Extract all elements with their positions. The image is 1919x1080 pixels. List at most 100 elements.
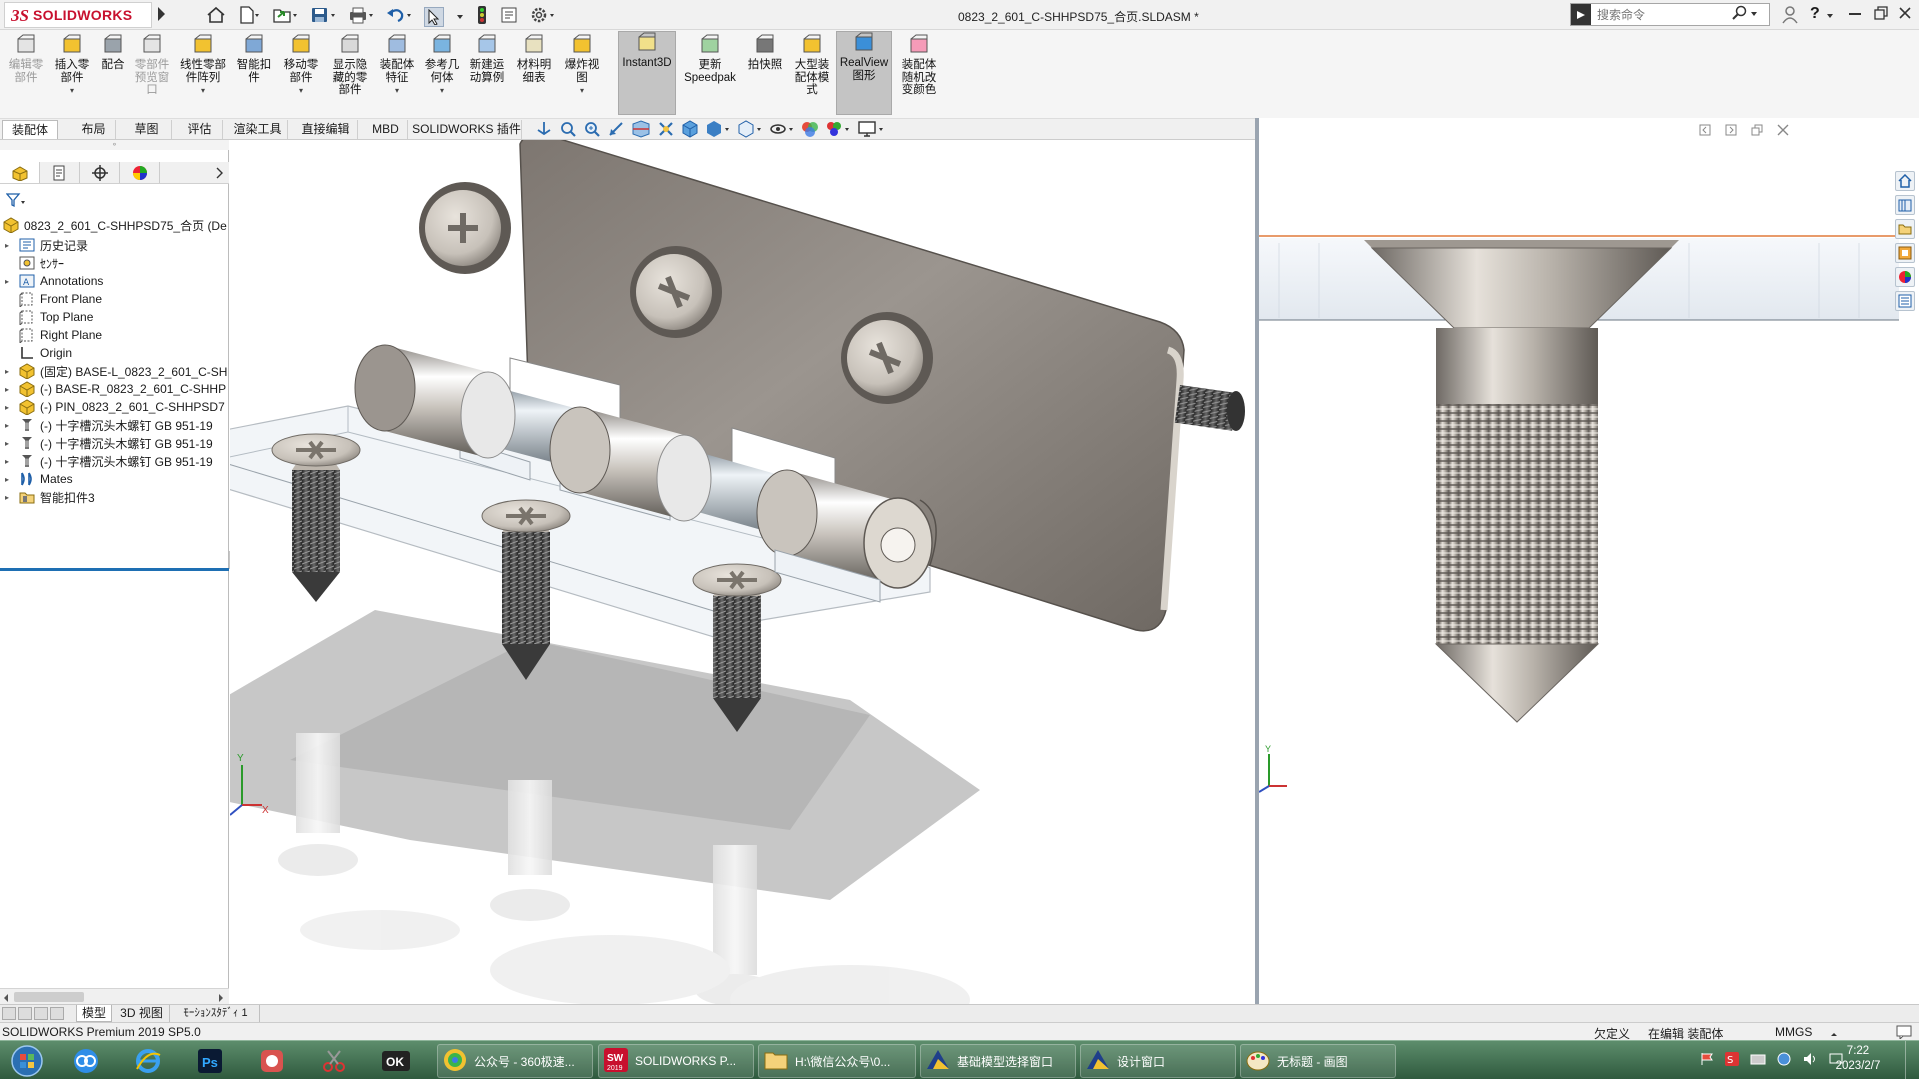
ribbon-button-reference-geometry[interactable]: 参考几 何体 ▾ <box>420 34 464 114</box>
ie-browser-icon[interactable] <box>124 1044 172 1078</box>
display-style-icon[interactable] <box>705 120 731 141</box>
tree-item[interactable]: ▸ (-) 十字槽沉头木螺钉 GB 951-19 <box>0 415 229 435</box>
ribbon-button-show-hidden[interactable]: 显示隐 藏的零 部件 <box>327 34 373 114</box>
close-window-icon[interactable] <box>1898 6 1912 23</box>
property-manager-tab[interactable] <box>40 162 80 183</box>
tree-item[interactable]: ▸ (固定) BASE-L_0823_2_601_C-SH <box>0 361 229 381</box>
taskbar-task[interactable]: 设计窗口 <box>1080 1044 1236 1078</box>
tray-keyboard-icon[interactable] <box>1750 1051 1766 1070</box>
ribbon-button-move-component[interactable]: 移动零 部件 ▾ <box>278 34 324 114</box>
file-explorer-icon[interactable] <box>1895 219 1915 239</box>
ribbon-button-bom[interactable]: 材料明 细表 <box>512 34 556 114</box>
ribbon-dropdown-icon[interactable]: ▾ <box>70 85 74 98</box>
ribbon-button-assembly-feature[interactable]: 装配体 特征 ▾ <box>375 34 419 114</box>
tree-item[interactable]: ▸ (-) 十字槽沉头木螺钉 GB 951-19 <box>0 451 229 471</box>
tree-item[interactable]: ｾﾝｻｰ <box>0 253 229 273</box>
view-palette-icon[interactable] <box>1895 243 1915 263</box>
ribbon-button-smart-fastener[interactable]: 智能扣 件 <box>232 34 276 114</box>
tree-expand-icon[interactable]: ▸ <box>0 241 14 250</box>
tab-direct-editing[interactable]: 直接编辑 <box>294 120 358 139</box>
panel-collapse-handle[interactable]: ⚬ <box>0 140 229 150</box>
ribbon-button-snapshot[interactable]: 拍快照 <box>744 34 786 114</box>
dynamic-annotation-icon[interactable] <box>657 120 675 141</box>
media-player-icon[interactable] <box>248 1044 296 1078</box>
tab-assembly[interactable]: 装配体 <box>2 120 58 139</box>
tree-expand-icon[interactable]: ▸ <box>0 457 14 466</box>
tree-expand-icon[interactable]: ▸ <box>0 475 14 484</box>
graphics-area-main[interactable]: Y X Z <box>230 140 1255 1004</box>
display-manager-tab[interactable] <box>120 162 160 183</box>
tray-flag-icon[interactable] <box>1700 1052 1714 1069</box>
view-orientation-cube-icon[interactable] <box>681 119 699 141</box>
tab-3d-views[interactable]: 3D 视图 <box>114 1005 170 1022</box>
tab-evaluate[interactable]: 评估 <box>177 120 223 139</box>
filter-icon[interactable] <box>5 192 28 211</box>
tree-expand-icon[interactable]: ▸ <box>0 277 14 286</box>
tree-item[interactable]: Right Plane <box>0 325 229 345</box>
tree-item[interactable]: ▸ A Annotations <box>0 271 229 291</box>
snipping-tool-icon[interactable] <box>310 1044 358 1078</box>
zoom-to-area-icon[interactable] <box>583 120 601 141</box>
search-icon[interactable] <box>1731 5 1749 24</box>
custom-properties-icon[interactable] <box>1895 291 1915 311</box>
search-mode-icon[interactable] <box>1571 4 1591 25</box>
design-library-icon[interactable] <box>1895 195 1915 215</box>
tree-expand-icon[interactable]: ▸ <box>0 493 14 502</box>
task-pane-home-icon[interactable] <box>1895 171 1915 191</box>
tree-expand-icon[interactable]: ▸ <box>0 385 14 394</box>
baidu-netdisk-icon[interactable] <box>62 1044 110 1078</box>
tab-next-icon[interactable] <box>34 1007 48 1020</box>
tree-item[interactable]: ▸ 智能扣件3 <box>0 487 229 507</box>
taskbar-task[interactable]: H:\微信公众号\0... <box>758 1044 916 1078</box>
save-icon[interactable] <box>310 6 336 27</box>
minimize-window-icon[interactable] <box>1849 13 1861 15</box>
appearances-icon[interactable] <box>1895 267 1915 287</box>
tree-horizontal-scrollbar[interactable] <box>0 988 229 1004</box>
new-document-icon[interactable] <box>238 6 260 27</box>
ribbon-button-random-color[interactable]: 装配体 随机改 变颜色 <box>893 34 945 114</box>
tray-clock[interactable]: 7:22 2023/2/7 <box>1826 1044 1890 1074</box>
options-gear-icon[interactable] <box>530 6 556 27</box>
search-dropdown-icon[interactable] <box>1749 8 1759 22</box>
tray-input-method-icon[interactable]: S <box>1724 1051 1740 1070</box>
ribbon-button-motion-study[interactable]: 新建运 动算例 <box>465 34 509 114</box>
user-account-icon[interactable] <box>1782 6 1798 27</box>
section-view-icon[interactable] <box>631 119 651 141</box>
taskbar-task[interactable]: 无标题 - 画图 <box>1240 1044 1396 1078</box>
tab-solidworks-addins[interactable]: SOLIDWORKS 插件 <box>412 120 522 139</box>
ribbon-dropdown-icon[interactable]: ▾ <box>299 85 303 98</box>
search-commands-box[interactable] <box>1570 3 1770 26</box>
tab-sketch[interactable]: 草图 <box>122 120 172 139</box>
tab-prev-icon[interactable] <box>18 1007 32 1020</box>
tree-item[interactable]: Top Plane <box>0 307 229 327</box>
ribbon-button-linear-pattern[interactable]: 线性零部 件阵列 ▾ <box>175 34 231 114</box>
start-button[interactable] <box>2 1044 52 1078</box>
hide-show-items-icon[interactable] <box>737 119 763 141</box>
tree-item[interactable]: ▸ 历史记录 <box>0 235 229 255</box>
search-input[interactable] <box>1591 7 1731 22</box>
traffic-light-icon[interactable] <box>476 5 488 28</box>
print-icon[interactable] <box>348 6 374 27</box>
tree-item[interactable]: ▸ (-) PIN_0823_2_601_C-SHHPSD7 <box>0 397 229 417</box>
solidworks-logo[interactable]: 3S SOLIDWORKS <box>4 2 152 28</box>
help-icon[interactable]: ? <box>1810 5 1820 23</box>
tab-layout[interactable]: 布局 <box>72 120 116 139</box>
feature-manager-tab[interactable] <box>0 162 40 183</box>
zoom-to-fit-icon[interactable] <box>559 120 577 141</box>
ribbon-dropdown-icon[interactable]: ▾ <box>201 85 205 98</box>
ribbon-button-large-assembly[interactable]: 大型装 配体模 式 <box>790 34 834 114</box>
tab-render-tools[interactable]: 渲染工具 <box>228 120 288 139</box>
monitor-display-icon[interactable] <box>857 120 885 141</box>
undo-icon[interactable] <box>386 6 412 27</box>
tree-expand-icon[interactable]: ▸ <box>0 403 14 412</box>
taskbar-task[interactable]: SW 2019 SOLIDWORKS P... <box>598 1044 754 1078</box>
scroll-thumb[interactable] <box>14 992 84 1002</box>
select-icon[interactable] <box>424 6 444 27</box>
ribbon-button-speedpak[interactable]: 更新 Speedpak <box>680 34 740 114</box>
taskbar-task[interactable]: 基础模型选择窗口 <box>920 1044 1076 1078</box>
panel-tabs-next-icon[interactable] <box>160 162 229 183</box>
photoshop-icon[interactable]: Ps <box>186 1044 234 1078</box>
ribbon-button-exploded-view[interactable]: 爆炸视 图 ▾ <box>560 34 604 114</box>
tab-mbd[interactable]: MBD <box>364 120 408 139</box>
home-icon[interactable] <box>206 6 226 27</box>
